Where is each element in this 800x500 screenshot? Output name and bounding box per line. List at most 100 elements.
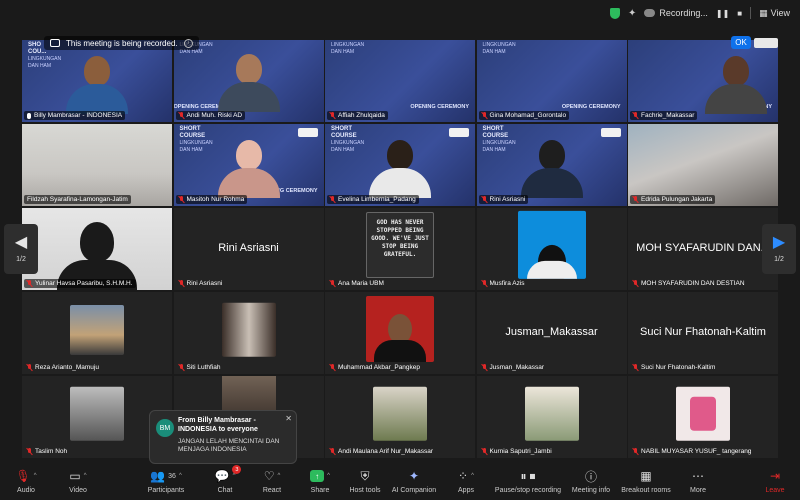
breakout-rooms-button[interactable]: ▦ Breakout rooms xyxy=(616,467,676,494)
participants-button[interactable]: 👥 36 ^ Participants xyxy=(136,467,196,494)
participant-name-label: MOH SYAFARUDIN DAN DESTIAN xyxy=(630,279,748,288)
chevron-up-icon[interactable]: ^ xyxy=(327,473,330,479)
sign-text: GOD HAS NEVER STOPPED BEING GOOD. WE'VE … xyxy=(371,219,429,259)
leave-button[interactable]: ⇥ Leave xyxy=(745,467,800,494)
video-tile[interactable]: LINGKUNGAN DAN HAM OPENING CEREMONY Affi… xyxy=(325,40,475,122)
pause-recording-icon[interactable]: ❚❚ xyxy=(716,9,729,18)
chevron-right-icon: ▶ xyxy=(772,233,786,251)
recording-ok-button[interactable]: OK xyxy=(731,36,751,49)
profile-picture: GOD HAS NEVER STOPPED BEING GOOD. WE'VE … xyxy=(366,212,434,279)
profile-picture xyxy=(676,386,730,441)
banner-text: LINGKUNGAN DAN HAM xyxy=(482,42,516,55)
muted-mic-icon xyxy=(482,280,487,287)
previous-page-button[interactable]: ◀ 1/2 xyxy=(4,224,38,274)
more-button[interactable]: ⋯ More xyxy=(668,467,728,494)
video-tile[interactable]: Reza Arianto_Mamuju xyxy=(22,292,172,374)
chevron-up-icon[interactable]: ^ xyxy=(34,473,37,479)
video-tile[interactable]: Musfira Azis xyxy=(476,208,627,290)
participant-name-label: Evelina Limbernia_Padang xyxy=(327,195,419,204)
chevron-up-icon[interactable]: ^ xyxy=(277,473,280,479)
participant-name-label: Fachrie_Makassar xyxy=(630,111,698,120)
info-icon[interactable]: i xyxy=(183,38,193,48)
security-shield-icon[interactable] xyxy=(609,7,620,19)
video-tile[interactable]: Andi Maulana Arif Nur_Makassar xyxy=(325,376,475,458)
muted-mic-icon xyxy=(27,448,32,455)
event-logo xyxy=(297,128,318,137)
ai-companion-button[interactable]: ✦ AI Companion xyxy=(384,467,444,494)
divider xyxy=(750,7,752,19)
video-tile[interactable]: Jusman_Makassar Jusman_Makassar xyxy=(476,292,627,374)
people-icon: 👥 xyxy=(150,469,166,483)
video-tile[interactable]: SHORT COURSE LINGKUNGAN DAN HAM OPENING … xyxy=(173,124,324,206)
video-button[interactable]: ▭ ^ Video xyxy=(48,467,108,494)
video-tile[interactable]: Kurnia Saputri_Jambi xyxy=(476,376,627,458)
muted-mic-icon xyxy=(633,280,638,287)
muted-mic-icon xyxy=(179,364,184,371)
muted-mic-icon xyxy=(179,112,184,119)
sparkle-icon: ✦ xyxy=(408,469,420,483)
video-tile[interactable]: Suci Nur Fhatonah-Kaltim Suci Nur Fhaton… xyxy=(628,292,778,374)
participant-display-name: MOH SYAFARUDIN DAN... xyxy=(636,242,770,254)
participant-name-label: Andi Muh. Riski AD xyxy=(175,111,246,120)
banner-text: LINGKUNGAN DAN HAM xyxy=(331,42,365,55)
view-label: View xyxy=(770,8,790,18)
event-logo xyxy=(754,38,778,48)
pause-stop-recording-button[interactable]: ⏸ ⏹ Pause/stop recording xyxy=(495,467,561,495)
muted-mic-icon xyxy=(330,448,335,455)
participant-name-label: Andi Maulana Arif Nur_Makassar xyxy=(327,447,436,456)
profile-picture xyxy=(517,210,586,279)
chevron-up-icon[interactable]: ^ xyxy=(179,473,182,479)
video-tile[interactable]: LINGKUNGAN DAN HAM OPENING CEREMONY Andi… xyxy=(173,40,324,122)
chevron-up-icon[interactable]: ^ xyxy=(84,473,87,479)
ceremony-text: OPENING CEREMONY xyxy=(561,104,621,110)
participant-name-label: Billy Mambrasar - INDONESIA xyxy=(24,111,126,120)
video-tile[interactable]: SHORT COURSE LINGKUNGAN DAN HAM Evelina … xyxy=(325,124,475,206)
participant-name-label: Taslim Noh xyxy=(24,447,70,456)
video-tile[interactable]: Edrida Pulungan Jakarta xyxy=(628,124,778,206)
profile-picture xyxy=(70,305,124,355)
banner-text: SHORT COURSE LINGKUNGAN DAN HAM xyxy=(179,126,213,153)
ai-sparkle-icon[interactable]: ✦ xyxy=(628,8,636,19)
unread-badge: 3 xyxy=(232,465,242,474)
muted-mic-icon xyxy=(330,196,335,203)
participant-video xyxy=(520,140,583,198)
next-page-button[interactable]: ▶ 1/2 xyxy=(762,224,796,274)
leave-door-icon: ⇥ xyxy=(769,469,781,483)
video-tile[interactable]: Siti Luthfiah xyxy=(173,292,324,374)
video-tile[interactable]: SHO COU... LINGKUNGAN DAN HAM Billy Mamb… xyxy=(22,40,172,122)
recording-indicator[interactable]: Recording... xyxy=(644,8,708,18)
participant-name-label: Kurnia Saputri_Jambi xyxy=(479,447,555,456)
video-tile[interactable]: NABIL MUYASAR YUSUF_ tangerang xyxy=(628,376,778,458)
participant-display-name: Jusman_Makassar xyxy=(505,326,598,338)
video-tile[interactable]: GOD HAS NEVER STOPPED BEING GOOD. WE'VE … xyxy=(325,208,475,290)
video-tile[interactable]: LINGKUNGAN DAN HAM OPENING CEREMONY Gina… xyxy=(476,40,627,122)
chat-notification[interactable]: BM From Billy Mambrasar - INDONESIA to e… xyxy=(149,410,297,464)
stop-recording-icon[interactable]: ■ xyxy=(737,9,742,18)
participant-name-label: Siti Luthfiah xyxy=(176,363,224,372)
video-tile[interactable]: SHORT COURSE LINGKUNGAN DAN HAM Rini Asr… xyxy=(476,124,627,206)
participant-video xyxy=(705,56,767,114)
participant-video xyxy=(66,56,128,114)
muted-mic-icon xyxy=(179,280,184,287)
participant-name-label: Muhammad Akbar_Pangkep xyxy=(327,363,423,372)
close-icon[interactable]: ✕ xyxy=(285,414,292,423)
video-tile[interactable]: Rini Asriasni Rini Asriasni xyxy=(173,208,324,290)
avatar: BM xyxy=(156,419,174,437)
participant-video xyxy=(217,54,280,112)
video-tile[interactable]: Yulinar Havsa Pasaribu, S.H.M.H. xyxy=(22,208,172,290)
meeting-toolbar: 🎙 ^ Audio ▭ ^ Video 👥 36 ^ Participants 💬 3 ^ … xyxy=(0,464,800,500)
video-tile[interactable]: MOH SYAFARUDIN DAN... MOH SYAFARUDIN DAN… xyxy=(628,208,778,290)
video-tile[interactable]: OPENING CEREMONY Fachrie_Makassar xyxy=(628,40,778,122)
apps-button[interactable]: ⁘ ^ Apps xyxy=(436,467,496,494)
muted-mic-icon xyxy=(482,448,487,455)
profile-picture xyxy=(70,386,124,441)
participant-name-label: NABIL MUYASAR YUSUF_ tangerang xyxy=(630,447,754,456)
muted-mic-icon xyxy=(27,364,32,371)
meeting-info-button[interactable]: ⓘ Meeting info xyxy=(561,467,621,495)
view-button[interactable]: ▦ View xyxy=(759,8,790,19)
video-tile[interactable]: Fildzah Syarafina-Lamongan-Jatim xyxy=(22,124,172,206)
stop-icon: ⏹ xyxy=(529,468,536,483)
video-tile[interactable]: Muhammad Akbar_Pangkep xyxy=(325,292,475,374)
muted-mic-icon xyxy=(330,364,335,371)
chevron-up-icon[interactable]: ^ xyxy=(471,473,474,479)
